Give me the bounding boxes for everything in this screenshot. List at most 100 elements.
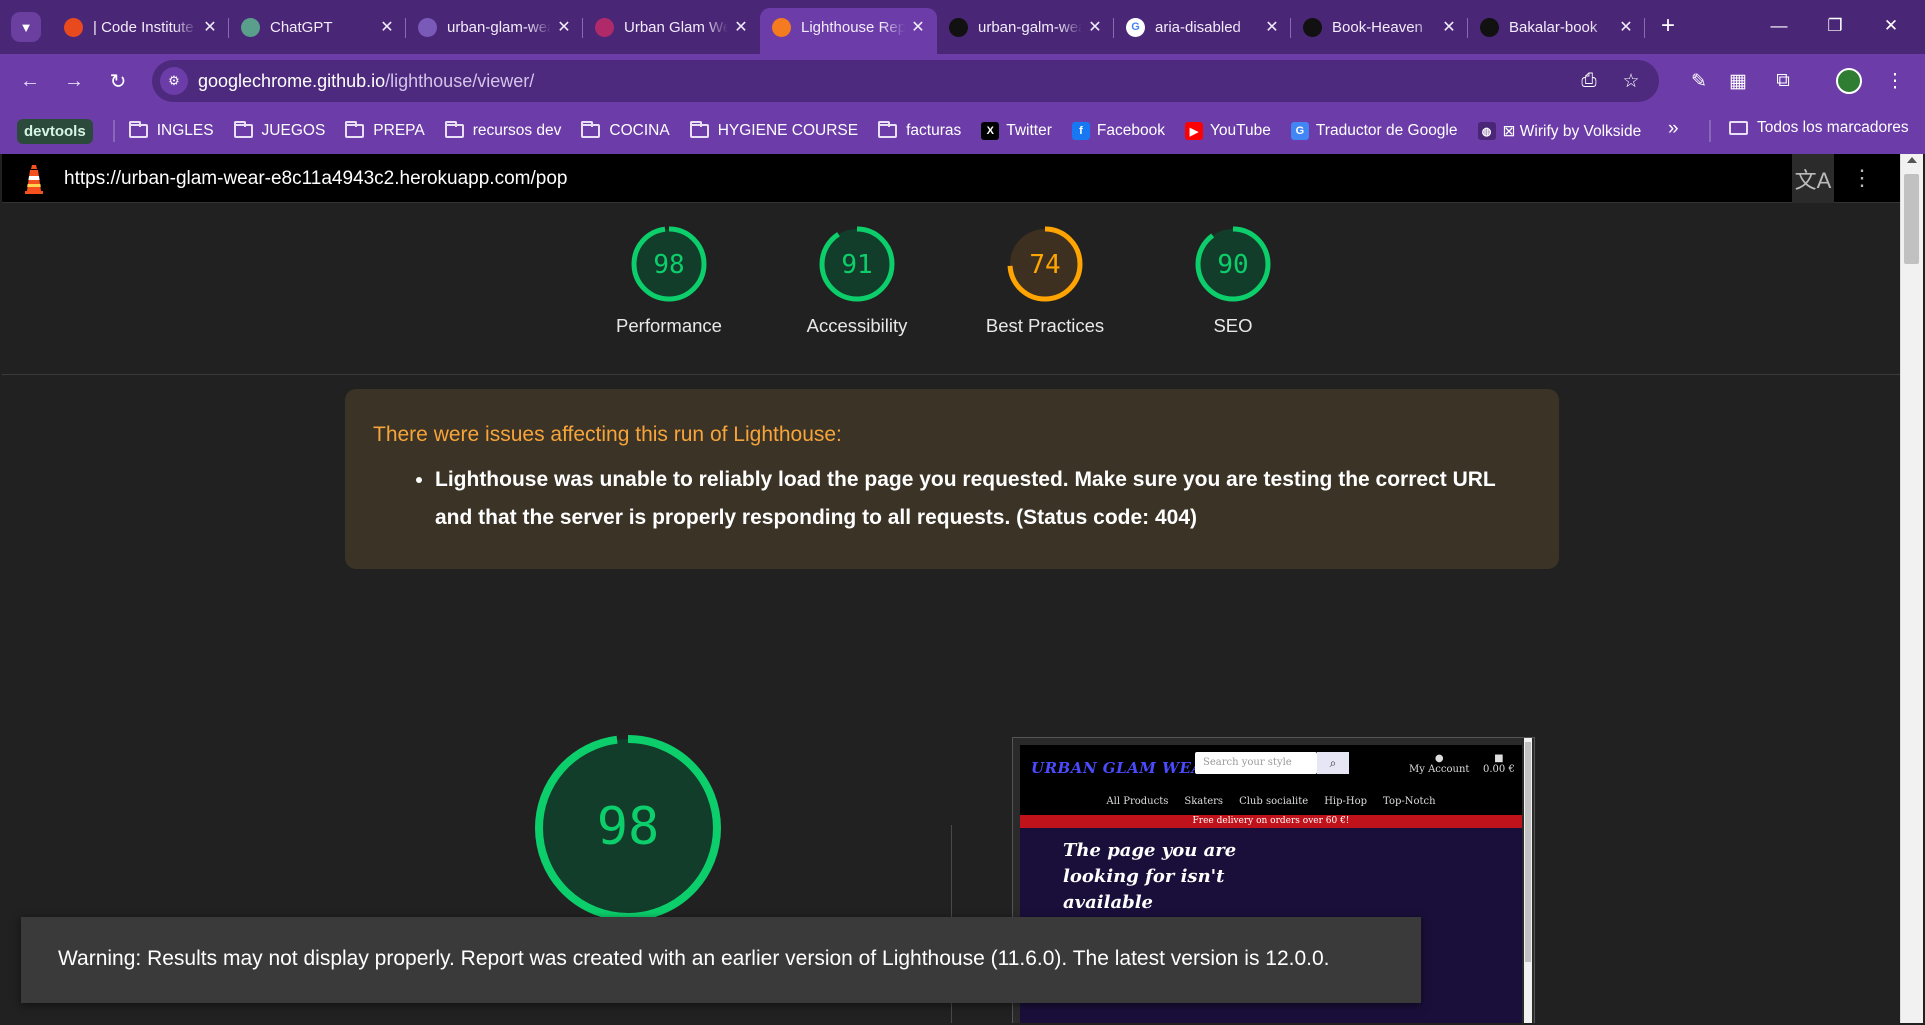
bookmark-item[interactable]: recursos dev xyxy=(444,121,561,140)
minimize-button[interactable]: ― xyxy=(1756,10,1802,42)
bookmark-item[interactable]: f Facebook xyxy=(1071,122,1165,140)
gauge-label: Performance xyxy=(616,315,722,336)
heroku-icon xyxy=(418,17,437,37)
bookmark-group-devtools[interactable]: devtools xyxy=(17,118,93,144)
more-bookmarks-icon[interactable]: » xyxy=(1668,118,1679,140)
tab[interactable]: Lighthouse Report✕ xyxy=(760,8,937,54)
tab[interactable]: Book-Heaven ✕ xyxy=(1291,8,1468,46)
site-logo: URBAN GLAM WEAR xyxy=(1031,759,1217,777)
bookmark-item[interactable]: facturas xyxy=(878,121,962,140)
github-icon xyxy=(949,17,968,37)
url-host: googlechrome.github.io xyxy=(198,70,386,91)
bookmark-item[interactable]: PREPA xyxy=(345,121,425,140)
tab-strip: ▼ | Code Institute ✕ ChatGPT ✕ urban-glam-we… xyxy=(0,0,1925,54)
calculator-icon[interactable]: ▦ xyxy=(1722,65,1754,97)
bookmark-item[interactable]: X Twitter xyxy=(981,122,1052,140)
screenshot-scrollbar xyxy=(1524,738,1532,1023)
tab[interactable]: Urban Glam Wear✕ xyxy=(583,8,760,46)
translate-icon: G xyxy=(1290,122,1309,140)
bookmark-item[interactable]: COCINA xyxy=(581,121,670,140)
google-icon: G xyxy=(1126,17,1145,37)
all-bookmarks-folder[interactable]: Todos los marcadores xyxy=(1729,119,1909,137)
score-gauges: 98 Performance 91 Accessibility 74 Best Pract… xyxy=(2,203,1900,375)
forward-button[interactable]: → xyxy=(58,65,90,97)
bookmark-star-icon[interactable]: ☆ xyxy=(1617,67,1645,95)
bookmark-item[interactable]: ▶ YouTube xyxy=(1184,122,1271,140)
browser-toolbar: ← → ↻ ⚙ googlechrome.github.io/lighthous… xyxy=(0,54,1925,108)
close-tab-icon[interactable]: ✕ xyxy=(1086,17,1104,37)
close-tab-icon[interactable]: ✕ xyxy=(378,17,396,37)
score-gauge-seo[interactable]: 90 SEO xyxy=(1158,223,1308,337)
tab[interactable]: urban-galm-wear ✕ xyxy=(937,8,1114,46)
tab-separator xyxy=(1644,18,1645,38)
site-nav-item: Skaters xyxy=(1184,796,1224,807)
bookmark-label: Traductor de Google xyxy=(1315,122,1458,139)
bookmark-label: INGLES xyxy=(156,122,214,139)
close-tab-icon[interactable]: ✕ xyxy=(1263,17,1281,37)
close-tab-icon[interactable]: ✕ xyxy=(732,17,750,37)
close-tab-icon[interactable]: ✕ xyxy=(555,17,573,37)
tab[interactable]: Bakalar-book ✕ xyxy=(1468,8,1645,46)
score-gauge-accessibility[interactable]: 91 Accessibility xyxy=(782,223,932,337)
x-icon: X xyxy=(981,122,1000,140)
bookmark-item[interactable]: ◍ ⊠ Wirify by Volkside xyxy=(1477,122,1641,141)
lighthouse-report: 98 Performance 91 Accessibility 74 Best Pract… xyxy=(2,203,1900,1023)
bookmark-item[interactable]: G Traductor de Google xyxy=(1290,122,1458,140)
code-institute-icon xyxy=(64,17,83,37)
gauge-score: 90 xyxy=(1217,250,1248,280)
profile-avatar[interactable] xyxy=(1836,68,1862,94)
gauge-label: SEO xyxy=(1213,315,1253,336)
tab-title: urban-glam-wear xyxy=(447,18,551,36)
chevron-down-icon: ▼ xyxy=(19,19,33,35)
performance-big-gauge[interactable]: 98 xyxy=(533,733,723,923)
gauge-score: 91 xyxy=(841,250,872,280)
reload-button[interactable]: ↻ xyxy=(102,65,134,97)
scroll-up-arrow-icon[interactable] xyxy=(1907,157,1917,163)
bookmark-label: HYGIENE COURSE xyxy=(717,122,859,139)
folder-icon xyxy=(233,121,253,138)
folder-icon xyxy=(1729,121,1748,135)
address-bar[interactable]: ⚙ googlechrome.github.io/lighthouse/view… xyxy=(152,60,1659,102)
bookmark-label: Facebook xyxy=(1096,122,1165,139)
page-scrollbar[interactable] xyxy=(1900,154,1923,1023)
gauge-score: 98 xyxy=(653,250,684,280)
close-tab-icon[interactable]: ✕ xyxy=(909,17,927,37)
close-window-button[interactable]: ✕ xyxy=(1868,10,1914,42)
score-gauge-best-practices[interactable]: 74 Best Practices xyxy=(970,223,1120,337)
facebook-icon: f xyxy=(1071,122,1090,140)
tab[interactable]: ChatGPT ✕ xyxy=(229,8,406,46)
install-app-icon[interactable]: ⎙ xyxy=(1575,67,1603,95)
bookmark-item[interactable]: INGLES xyxy=(128,121,214,140)
bookmarks-separator xyxy=(112,120,115,142)
tab[interactable]: urban-glam-wear ✕ xyxy=(406,8,583,46)
folder-icon xyxy=(128,121,148,138)
site-banner: Free delivery on orders over 60 €! xyxy=(1020,815,1522,828)
arrow-left-icon: ← xyxy=(20,69,40,92)
tab[interactable]: | Code Institute ✕ xyxy=(52,8,229,46)
tab-search-button[interactable]: ▼ xyxy=(11,12,41,42)
translate-icon[interactable]: 文A xyxy=(1792,154,1834,203)
site-cart-label: 0.00 € xyxy=(1483,764,1515,775)
tab-title: Book-Heaven xyxy=(1332,18,1423,36)
scroll-thumb[interactable] xyxy=(1904,174,1919,264)
bookmark-item[interactable]: JUEGOS xyxy=(233,121,325,140)
score-gauge-performance[interactable]: 98 Performance xyxy=(594,223,744,337)
close-tab-icon[interactable]: ✕ xyxy=(1440,17,1458,37)
back-button[interactable]: ← xyxy=(14,65,46,97)
extension-icon[interactable]: ✎ xyxy=(1683,65,1715,97)
report-menu-icon[interactable]: ⋮ xyxy=(1847,163,1877,193)
bookmark-label: facturas xyxy=(906,122,962,139)
restore-button[interactable]: ❐ xyxy=(1812,10,1858,42)
bookmark-item[interactable]: HYGIENE COURSE xyxy=(689,121,859,140)
browser-menu-icon[interactable]: ⋮ xyxy=(1879,65,1911,97)
version-warning-toast: Warning: Results may not display properl… xyxy=(21,917,1421,1003)
address-url[interactable]: googlechrome.github.io/lighthouse/viewer… xyxy=(198,71,534,92)
gauge-ring: 98 xyxy=(631,226,707,302)
run-warnings: There were issues affecting this run of … xyxy=(345,389,1559,569)
tab[interactable]: Garia-disabled ✕ xyxy=(1114,8,1291,46)
new-tab-button[interactable]: + xyxy=(1654,12,1682,40)
site-info-icon[interactable]: ⚙ xyxy=(160,67,188,95)
close-tab-icon[interactable]: ✕ xyxy=(201,17,219,37)
extensions-puzzle-icon[interactable]: ⧉ xyxy=(1767,65,1799,97)
close-tab-icon[interactable]: ✕ xyxy=(1617,17,1635,37)
